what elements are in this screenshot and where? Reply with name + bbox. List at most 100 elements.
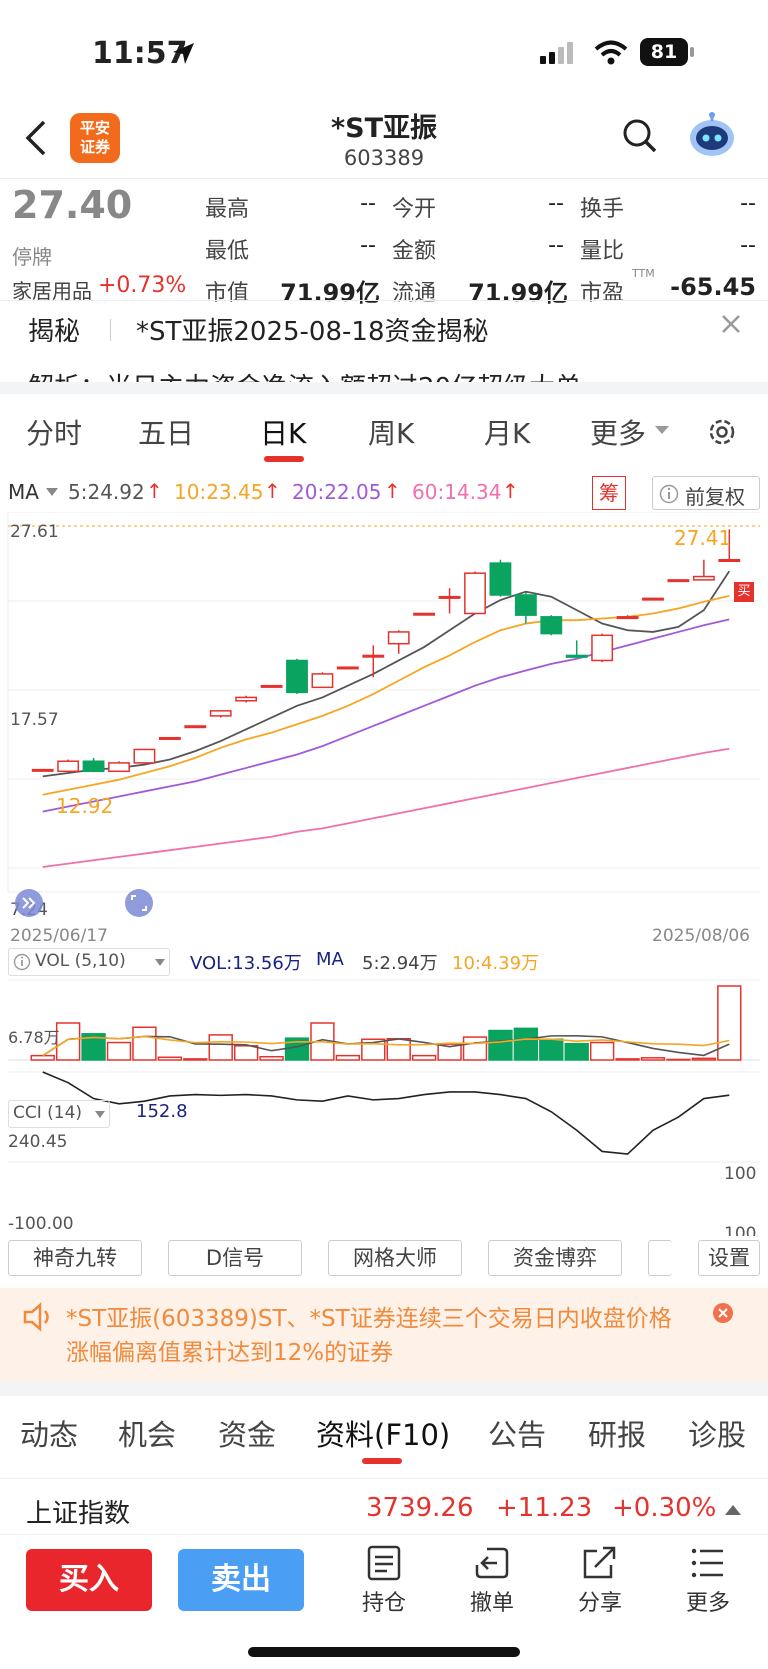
up-arrow-icon: ↑ — [264, 479, 281, 503]
status-bar: 11:57 81 — [0, 0, 768, 100]
candle-body — [260, 684, 283, 688]
more-button[interactable]: 更多 — [668, 1545, 748, 1617]
indicator-button[interactable]: D信号 — [168, 1240, 302, 1276]
ma-line-ma20 — [42, 618, 730, 813]
candle-body — [133, 748, 156, 764]
volume-bar — [539, 1038, 564, 1061]
fullscreen-icon[interactable] — [124, 888, 154, 918]
tab-opportunity[interactable]: 机会 — [118, 1412, 176, 1454]
share-button[interactable]: 分享 — [560, 1545, 640, 1617]
share-icon — [583, 1546, 616, 1579]
field-value: -- — [548, 233, 564, 258]
candle-body — [489, 562, 512, 596]
positions-icon — [367, 1545, 401, 1581]
volume-bar — [488, 1029, 513, 1061]
ma20-value: 20:22.05 — [292, 480, 382, 504]
tab-intraday[interactable]: 分时 — [26, 412, 82, 452]
gear-icon[interactable] — [706, 416, 738, 448]
candle-body — [438, 595, 461, 599]
sell-button[interactable]: 卖出 — [178, 1549, 304, 1611]
indicator-settings-button[interactable]: 设置 — [698, 1240, 760, 1276]
market-index-row[interactable]: 上证指数 3739.26 +11.23 +0.30% — [0, 1478, 768, 1534]
tab-research[interactable]: 研报 — [588, 1412, 646, 1454]
info-icon — [659, 484, 679, 504]
ma-legend-row: MA 5:24.92 ↑ 10:23.45 ↑ 20:22.05 ↑ 60:14… — [0, 476, 768, 512]
field-label: 今开 — [392, 197, 437, 222]
volume-bar — [717, 985, 742, 1061]
field-label: 最低 — [205, 239, 250, 264]
caret-up-icon[interactable] — [724, 1503, 742, 1517]
volume-bar — [233, 1045, 259, 1061]
sector-change: +0.73% — [98, 273, 187, 298]
candle-body — [413, 612, 436, 616]
date-end-label: 2025/08/06 — [652, 926, 750, 946]
tab-news[interactable]: 动态 — [20, 1412, 78, 1454]
tab-announcement[interactable]: 公告 — [488, 1412, 546, 1454]
field-label: 换手 — [580, 197, 625, 222]
tab-f10[interactable]: 资料(F10) — [316, 1412, 450, 1454]
volume-bar — [30, 1054, 55, 1061]
cci-selector-label: CCI (14) — [13, 1103, 83, 1123]
section-gap — [0, 382, 768, 394]
chip-button[interactable]: 筹 — [592, 476, 626, 510]
y-axis-top-label: 27.61 — [10, 522, 59, 542]
indicator-button[interactable]: 网格大师 — [328, 1240, 462, 1276]
caret-down-icon — [155, 959, 165, 966]
tab-five-day[interactable]: 五日 — [138, 412, 194, 452]
adjust-button[interactable]: 前复权 — [652, 476, 760, 510]
battery-tip — [690, 47, 694, 57]
indicator-toolbar: 神奇九转 D信号 网格大师 资金博弈 设置 — [0, 1236, 768, 1280]
field-value: -- — [548, 191, 564, 216]
tab-monthly-k[interactable]: 月K — [484, 412, 530, 452]
cancel-order-icon — [475, 1547, 509, 1579]
stock-header: 平安 证券 *ST亚振 603389 — [0, 100, 768, 176]
tab-capital[interactable]: 资金 — [218, 1412, 276, 1454]
cci-y-top-label: 240.45 — [8, 1132, 68, 1152]
volume-bar — [335, 1054, 361, 1061]
candle-body — [540, 616, 563, 635]
volume-selector-label: VOL (5,10) — [35, 951, 126, 971]
indicator-button[interactable]: 资金博弈 — [488, 1240, 622, 1276]
indicator-button-partial[interactable] — [648, 1240, 672, 1276]
close-icon[interactable] — [712, 1302, 734, 1324]
cci-y-bottom-label: -100.00 — [8, 1214, 74, 1234]
volume-value: VOL:13.56万 — [190, 953, 302, 974]
buy-signal-tag: 买 — [734, 582, 754, 602]
robot-assistant-icon[interactable] — [686, 110, 738, 160]
ma-selector[interactable]: MA — [8, 480, 39, 504]
volume-bar — [157, 1056, 183, 1061]
battery-icon: 81 — [640, 38, 688, 66]
risk-alert-banner[interactable]: *ST亚振(603389)ST、*ST证券连续三个交易日内收盘价格涨幅偏离值累计… — [0, 1288, 768, 1382]
tab-daily-k[interactable]: 日K — [260, 412, 306, 452]
volume-ma5: 5:2.94万 — [362, 953, 438, 974]
cancel-order-button[interactable]: 撤单 — [452, 1545, 532, 1617]
buy-button[interactable]: 买入 — [26, 1549, 152, 1611]
tab-diagnosis[interactable]: 诊股 — [688, 1412, 746, 1454]
trading-status: 停牌 — [12, 245, 52, 269]
indicator-button[interactable]: 神奇九转 — [8, 1240, 142, 1276]
volume-selector[interactable]: VOL (5,10) — [8, 948, 170, 976]
tab-weekly-k[interactable]: 周K — [368, 412, 414, 452]
last-price: 27.40 — [12, 183, 133, 227]
caret-down-icon — [655, 426, 669, 434]
search-icon[interactable] — [622, 118, 658, 154]
positions-button[interactable]: 持仓 — [344, 1545, 424, 1617]
volume-bar — [183, 1058, 208, 1061]
ticker-tag: 揭秘 — [28, 317, 81, 347]
candle-body — [336, 666, 359, 670]
ma5-value: 5:24.92 — [68, 480, 145, 504]
menu-icon — [691, 1548, 723, 1578]
cci-selector[interactable]: CCI (14) — [8, 1100, 110, 1128]
kline-chart-area[interactable]: 27.61 17.57 7.24 2025/06/17 2025/08/06 2… — [0, 512, 768, 1236]
speaker-icon — [23, 1302, 49, 1332]
up-arrow-icon: ↑ — [502, 479, 519, 503]
active-tab-indicator — [264, 456, 304, 462]
date-start-label: 2025/06/17 — [10, 926, 108, 946]
info-icon — [13, 953, 31, 971]
expand-chart-icon[interactable] — [14, 888, 44, 918]
tab-more[interactable]: 更多 — [590, 412, 646, 452]
news-ticker[interactable]: 揭秘 *ST亚振2025-08-18资金揭秘 解析：当日主力资金净流入额超过20… — [0, 300, 768, 386]
cancel-order-label: 撤单 — [469, 1591, 514, 1616]
close-icon[interactable] — [720, 313, 742, 335]
location-arrow-icon — [173, 43, 194, 64]
